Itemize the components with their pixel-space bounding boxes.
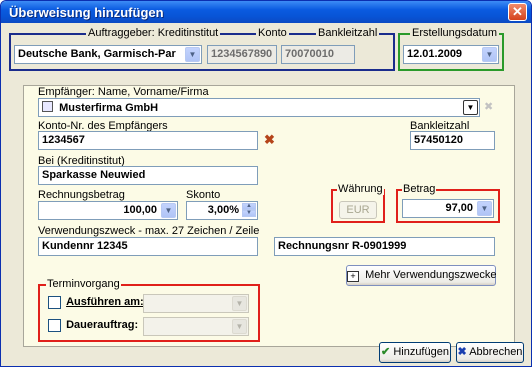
sender-bank-value: Deutsche Bank, Garmisch-Par <box>18 48 176 60</box>
standing-order-row[interactable]: Dauerauftrag: <box>48 319 138 332</box>
add-button-label: Hinzufügen <box>393 346 449 358</box>
chevron-down-icon: ▼ <box>232 319 247 334</box>
date-group: Erstellungsdatum 12.01.2009 ▼ <box>398 27 504 71</box>
sender-konto-field: 1234567890 <box>207 45 277 64</box>
add-button[interactable]: ✔ Hinzufügen <box>379 342 451 363</box>
sender-konto-label: Konto <box>256 27 289 39</box>
rechnungsbetrag-value: 100,00 <box>123 204 157 216</box>
close-button[interactable]: ✕ <box>508 3 527 21</box>
execute-label: Ausführen am: <box>66 296 144 309</box>
execute-checkbox-row[interactable]: Ausführen am: <box>48 296 144 309</box>
chevron-down-icon: ▼ <box>232 296 247 311</box>
plus-list-icon: + <box>347 271 359 282</box>
currency-label: Währung <box>337 183 384 195</box>
more-purposes-label: Mehr Verwendungszwecke <box>365 269 497 281</box>
sender-group: Auftraggeber: Kreditinstitut Konto Bankl… <box>9 27 395 71</box>
standing-order-select: ▼ <box>143 317 249 336</box>
purpose-label: Verwendungszweck - max. 27 Zeichen / Zei… <box>38 225 260 237</box>
dialog-window: Überweisung hinzufügen ✕ Auftraggeber: K… <box>0 0 532 367</box>
rechnungsbetrag-label: Rechnungsbetrag <box>38 189 125 201</box>
schedule-label: Terminvorgang <box>46 278 121 290</box>
date-picker[interactable]: 12.01.2009 ▼ <box>403 45 499 64</box>
execute-checkbox[interactable] <box>48 296 61 309</box>
chevron-down-icon[interactable]: ▼ <box>185 47 200 62</box>
chevron-down-icon[interactable]: ▼ <box>477 201 492 216</box>
sender-blz-label: Bankleitzahl <box>316 27 380 39</box>
checkmark-icon: ✔ <box>381 346 391 358</box>
rechnungsbetrag-field[interactable]: 100,00 ▼ <box>38 201 178 220</box>
chevron-down-icon[interactable]: ▼ <box>482 47 497 62</box>
recipient-bank-field[interactable]: Sparkasse Neuwied <box>38 166 258 185</box>
dialog-content: Auftraggeber: Kreditinstitut Konto Bankl… <box>5 25 527 363</box>
recipient-konto-field[interactable]: 1234567 <box>38 131 258 150</box>
chevron-down-icon[interactable]: ▼ <box>463 100 478 115</box>
invalid-mark-icon: ✖ <box>264 132 275 147</box>
recipient-name-select[interactable]: Musterfirma GmbH ▼ <box>38 98 480 117</box>
purpose-line1-field[interactable]: Kundennr 12345 <box>38 237 258 256</box>
standing-order-label: Dauerauftrag: <box>66 319 139 332</box>
spin-down-icon[interactable]: ▼ <box>242 210 256 217</box>
recipient-name-label: Empfänger: Name, Vorname/Firma <box>38 86 209 98</box>
skonto-label: Skonto <box>186 189 221 201</box>
cancel-icon: ✖ <box>457 346 467 358</box>
more-purposes-button[interactable]: + Mehr Verwendungszwecke <box>346 265 497 286</box>
sender-blz-field: 70070010 <box>281 45 355 64</box>
title-bar[interactable]: Überweisung hinzufügen ✕ <box>1 1 531 23</box>
recipient-blz-field[interactable]: 57450120 <box>410 131 495 150</box>
chevron-down-icon[interactable]: ▼ <box>161 203 176 218</box>
purpose-line2-field[interactable]: Rechnungsnr R-0901999 <box>274 237 495 256</box>
sender-bank-select[interactable]: Deutsche Bank, Garmisch-Par ▼ <box>14 45 202 64</box>
transfer-panel: Empfänger: Name, Vorname/Firma Musterfir… <box>23 85 515 347</box>
skonto-value: 3,00% <box>207 204 239 216</box>
window-title: Überweisung hinzufügen <box>9 5 164 20</box>
amount-field[interactable]: 97,00 ▼ <box>402 199 494 218</box>
spin-buttons[interactable]: ▲ ▼ <box>242 203 256 218</box>
amount-label: Betrag <box>402 183 437 195</box>
spin-up-icon[interactable]: ▲ <box>242 203 256 210</box>
amount-group: Betrag 97,00 ▼ <box>396 183 500 223</box>
schedule-group: Terminvorgang Ausführen am: ▼ Dauerauftr… <box>38 278 260 342</box>
address-book-icon <box>42 101 53 112</box>
date-value: 12.01.2009 <box>407 48 463 60</box>
sender-bank-label: Auftraggeber: Kreditinstitut <box>86 27 221 39</box>
cancel-button-label: Abbrechen <box>469 346 523 358</box>
cancel-button[interactable]: ✖ Abbrechen <box>456 342 524 363</box>
execute-date-select: ▼ <box>143 294 249 313</box>
currency-button: EUR <box>339 201 377 219</box>
amount-value: 97,00 <box>445 202 473 214</box>
currency-group: Währung EUR <box>331 183 385 223</box>
date-label: Erstellungsdatum <box>410 27 499 39</box>
clear-recipient-icon[interactable]: ✖ <box>484 100 493 113</box>
recipient-name-value: Musterfirma GmbH <box>59 102 159 114</box>
skonto-spinner[interactable]: 3,00% ▲ ▼ <box>186 201 258 220</box>
standing-order-checkbox[interactable] <box>48 319 61 332</box>
